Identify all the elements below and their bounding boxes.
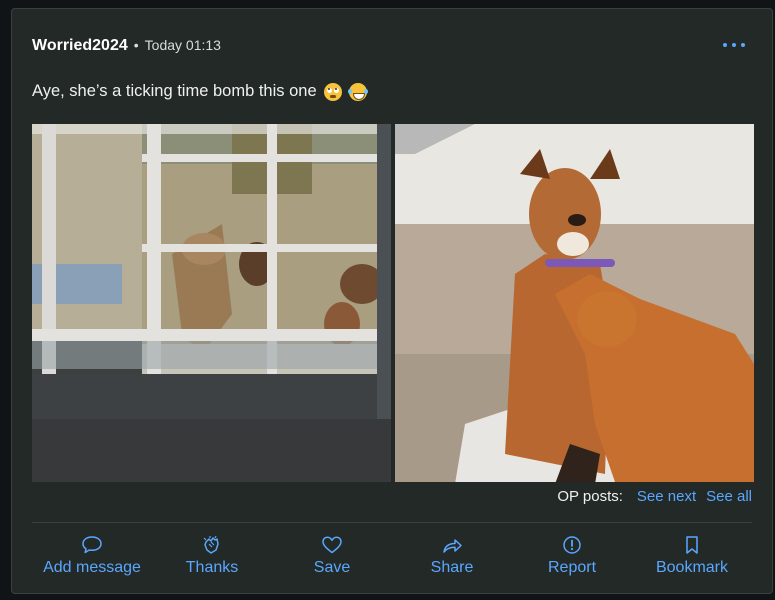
post-actions-bar: Add message Thanks Save Share Report Boo…	[12, 535, 772, 585]
add-message-button[interactable]: Add message	[32, 535, 152, 577]
face-with-rolling-eyes-emoji	[323, 82, 342, 101]
save-label: Save	[313, 559, 351, 576]
grinning-squinting-face-with-tears-emoji	[347, 82, 368, 101]
separator-dot: •	[133, 37, 139, 53]
message-text: Aye, she’s a ticking time bomb this one	[32, 82, 317, 100]
post-message: Aye, she’s a ticking time bomb this one	[32, 82, 368, 101]
divider	[32, 522, 752, 523]
share-label: Share	[430, 559, 474, 576]
thanks-button[interactable]: Thanks	[152, 535, 272, 577]
see-next-link[interactable]: See next	[637, 488, 696, 505]
bookmark-button[interactable]: Bookmark	[632, 535, 752, 577]
bookmark-icon	[686, 536, 698, 554]
save-button[interactable]: Save	[272, 535, 392, 577]
clap-icon	[203, 535, 219, 554]
see-all-link[interactable]: See all	[706, 488, 752, 505]
alert-circle-icon	[563, 536, 581, 554]
heart-icon	[322, 536, 342, 554]
op-posts-label: OP posts:	[557, 488, 623, 505]
report-button[interactable]: Report	[512, 535, 632, 577]
thanks-label: Thanks	[185, 559, 239, 576]
more-options-icon[interactable]	[722, 35, 746, 53]
post-card: Worried2024 • Today 01:13 Aye, she’s a t…	[11, 8, 773, 594]
add-message-label: Add message	[43, 559, 141, 576]
attached-image-dog-and-chickens[interactable]	[32, 124, 391, 482]
post-header: Worried2024 • Today 01:13	[32, 37, 221, 55]
share-button[interactable]: Share	[392, 535, 512, 577]
report-label: Report	[547, 559, 597, 576]
share-arrow-icon	[443, 539, 462, 553]
op-posts-navigation: OP posts: See next See all	[557, 488, 752, 505]
username[interactable]: Worried2024	[32, 37, 128, 55]
speech-bubble-icon	[82, 536, 102, 554]
post-timestamp[interactable]: Today 01:13	[145, 37, 221, 53]
bookmark-label: Bookmark	[655, 559, 729, 576]
attached-image-dog-and-cat[interactable]	[395, 124, 754, 482]
